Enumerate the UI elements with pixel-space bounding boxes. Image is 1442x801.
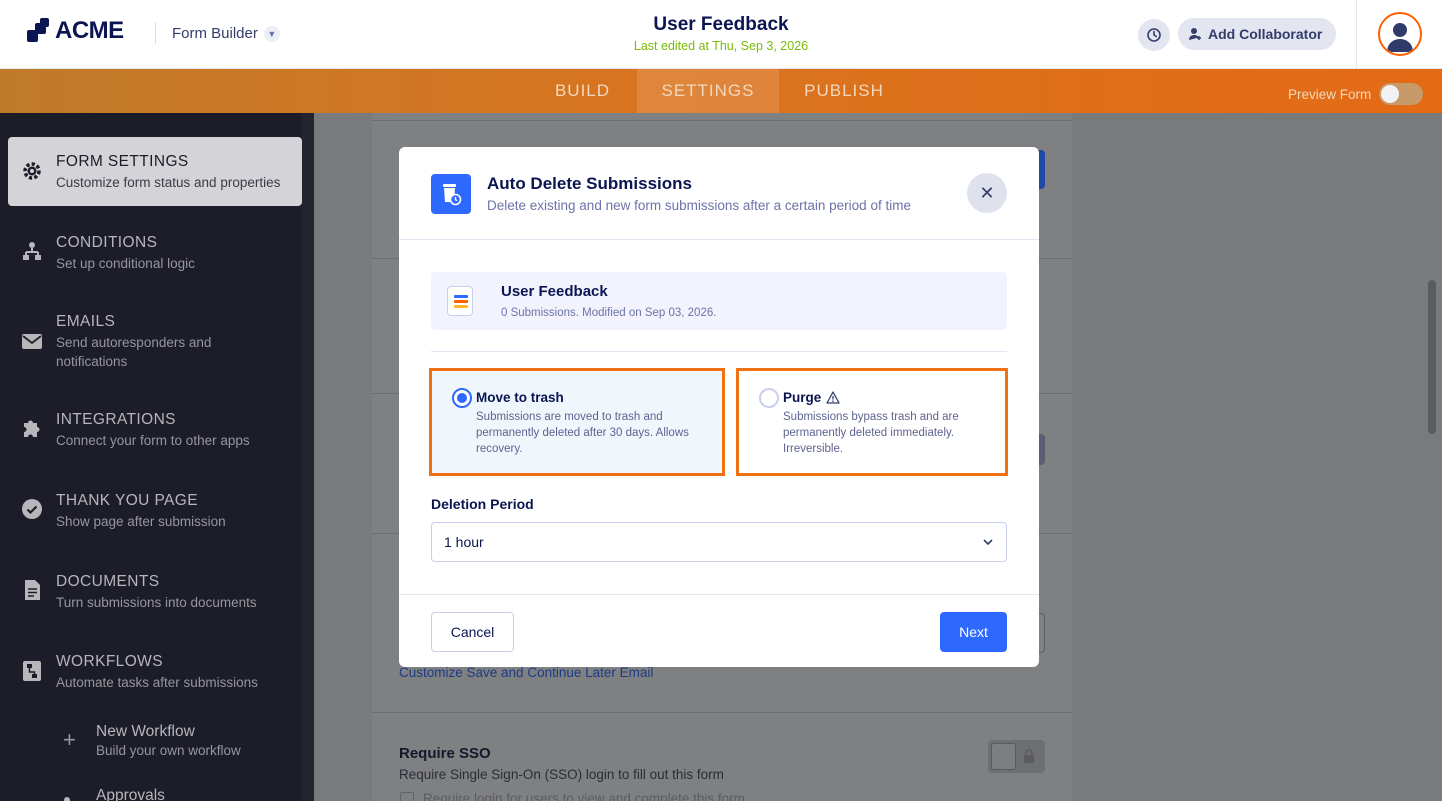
tab-publish[interactable]: PUBLISH bbox=[779, 69, 909, 113]
deletion-period-label: Deletion Period bbox=[431, 496, 534, 512]
sso-desc: Require Single Sign-On (SSO) login to fi… bbox=[399, 767, 724, 782]
sidebar-subitem-new-workflow[interactable]: + New Workflow Build your own workflow bbox=[63, 723, 241, 758]
card-divider bbox=[372, 712, 1072, 713]
deletion-period-select[interactable]: 1 hour bbox=[431, 522, 1007, 562]
sso-checkbox-label: Require login for users to view and comp… bbox=[423, 791, 745, 801]
preview-form-toggle[interactable] bbox=[1379, 83, 1424, 105]
form-meta: 0 Submissions. Modified on Sep 03, 2026. bbox=[501, 307, 717, 319]
avatar[interactable] bbox=[1378, 12, 1422, 56]
conditions-icon bbox=[23, 242, 41, 260]
auto-delete-modal: Auto Delete Submissions Delete existing … bbox=[399, 147, 1039, 667]
sidebar-item-desc: Customize form status and properties bbox=[56, 175, 281, 190]
sidebar-subitem-approvals[interactable]: Approvals bbox=[64, 787, 165, 801]
modal-header: Auto Delete Submissions Delete existing … bbox=[399, 147, 1039, 240]
chevron-down-icon bbox=[983, 539, 993, 546]
sidebar-item-title: CONDITIONS bbox=[56, 234, 158, 251]
sidebar-item-desc: Connect your form to other apps bbox=[56, 433, 250, 448]
sidebar-item-title: DOCUMENTS bbox=[56, 573, 160, 590]
sidebar-item-workflows[interactable]: WORKFLOWS Automate tasks after submissio… bbox=[8, 653, 302, 692]
builder-nav: BUILD SETTINGS PUBLISH Preview Form bbox=[0, 69, 1442, 113]
preview-form-control: Preview Form bbox=[1288, 83, 1424, 105]
close-button[interactable]: ✕ bbox=[967, 173, 1007, 213]
subitem-title: Approvals bbox=[96, 787, 165, 801]
form-info-card: User Feedback 0 Submissions. Modified on… bbox=[431, 272, 1007, 330]
subitem-title: New Workflow bbox=[96, 723, 195, 740]
subitem-desc: Build your own workflow bbox=[96, 743, 241, 758]
sidebar-item-desc: Turn submissions into documents bbox=[56, 595, 257, 610]
card-divider bbox=[372, 120, 1072, 121]
dot-icon bbox=[64, 797, 70, 801]
sidebar-item-title: INTEGRATIONS bbox=[56, 411, 176, 428]
envelope-icon bbox=[22, 334, 42, 349]
deletion-period-value: 1 hour bbox=[444, 534, 484, 550]
option-desc: Submissions are moved to trash and perma… bbox=[476, 411, 689, 455]
page-scrollbar[interactable] bbox=[1428, 280, 1436, 434]
sidebar-item-title: FORM SETTINGS bbox=[56, 153, 189, 170]
sidebar-item-desc: Automate tasks after submissions bbox=[56, 675, 258, 690]
sidebar-item-title: EMAILS bbox=[56, 313, 116, 330]
option-desc: Submissions bypass trash and are permane… bbox=[783, 411, 959, 455]
form-icon bbox=[447, 286, 473, 316]
option-title: Purge bbox=[783, 390, 840, 405]
toggle-knob bbox=[991, 743, 1016, 770]
sidebar-item-thank-you-page[interactable]: THANK YOU PAGE Show page after submissio… bbox=[8, 492, 302, 531]
settings-sidebar: FORM SETTINGS Customize form status and … bbox=[0, 113, 314, 801]
sso-locked-toggle[interactable] bbox=[988, 740, 1045, 773]
check-circle-icon bbox=[22, 499, 42, 519]
sidebar-item-title: THANK YOU PAGE bbox=[56, 492, 198, 509]
document-icon bbox=[25, 580, 40, 600]
plus-icon: + bbox=[63, 727, 76, 752]
modal-footer: Cancel Next bbox=[399, 594, 1039, 667]
header-divider-right bbox=[1356, 0, 1357, 69]
workflow-icon bbox=[23, 661, 41, 681]
cancel-button[interactable]: Cancel bbox=[431, 612, 514, 652]
lock-icon bbox=[1024, 749, 1034, 763]
sidebar-item-documents[interactable]: DOCUMENTS Turn submissions into document… bbox=[8, 573, 302, 612]
sidebar-item-emails[interactable]: EMAILS Send autoresponders and notificat… bbox=[8, 313, 302, 371]
history-button[interactable] bbox=[1138, 19, 1170, 51]
add-user-icon bbox=[1189, 28, 1201, 40]
radio-purge[interactable] bbox=[759, 388, 779, 408]
tab-build[interactable]: BUILD bbox=[528, 69, 637, 113]
add-collaborator-button[interactable]: Add Collaborator bbox=[1178, 18, 1337, 50]
puzzle-icon bbox=[24, 420, 40, 437]
add-collaborator-label: Add Collaborator bbox=[1208, 26, 1323, 42]
sidebar-scrollbar[interactable] bbox=[302, 113, 314, 801]
preview-form-label: Preview Form bbox=[1288, 86, 1372, 102]
sidebar-item-integrations[interactable]: INTEGRATIONS Connect your form to other … bbox=[8, 411, 302, 450]
modal-title: Auto Delete Submissions bbox=[487, 174, 692, 193]
tab-settings[interactable]: SETTINGS bbox=[637, 69, 779, 113]
sidebar-item-desc: Send autoresponders and notifications bbox=[56, 335, 212, 369]
sso-checkbox[interactable] bbox=[400, 792, 414, 801]
option-move-to-trash[interactable]: Move to trash Submissions are moved to t… bbox=[429, 368, 725, 476]
sidebar-item-form-settings[interactable]: FORM SETTINGS Customize form status and … bbox=[8, 137, 302, 206]
close-icon: ✕ bbox=[979, 182, 995, 203]
sidebar-item-desc: Set up conditional logic bbox=[56, 256, 195, 271]
modal-subtitle: Delete existing and new form submissions… bbox=[487, 198, 911, 213]
option-title: Move to trash bbox=[476, 390, 564, 405]
sso-title: Require SSO bbox=[399, 745, 491, 762]
trash-clock-icon bbox=[431, 174, 471, 214]
sidebar-item-conditions[interactable]: CONDITIONS Set up conditional logic bbox=[8, 234, 302, 273]
radio-move-to-trash[interactable] bbox=[452, 388, 472, 408]
sidebar-item-desc: Show page after submission bbox=[56, 514, 226, 529]
modal-separator bbox=[431, 351, 1007, 352]
form-name: User Feedback bbox=[501, 283, 608, 300]
gear-icon bbox=[23, 162, 41, 180]
option-purge[interactable]: Purge Submissions bypass trash and are p… bbox=[736, 368, 1008, 476]
user-avatar-icon bbox=[1387, 23, 1413, 52]
history-icon bbox=[1147, 28, 1161, 42]
sidebar-item-title: WORKFLOWS bbox=[56, 653, 163, 670]
warning-icon bbox=[826, 391, 840, 404]
customize-email-link[interactable]: Customize Save and Continue Later Email bbox=[399, 665, 653, 680]
top-header: ACME Form Builder ▼ User Feedback Last e… bbox=[0, 0, 1442, 69]
next-button[interactable]: Next bbox=[940, 612, 1007, 652]
